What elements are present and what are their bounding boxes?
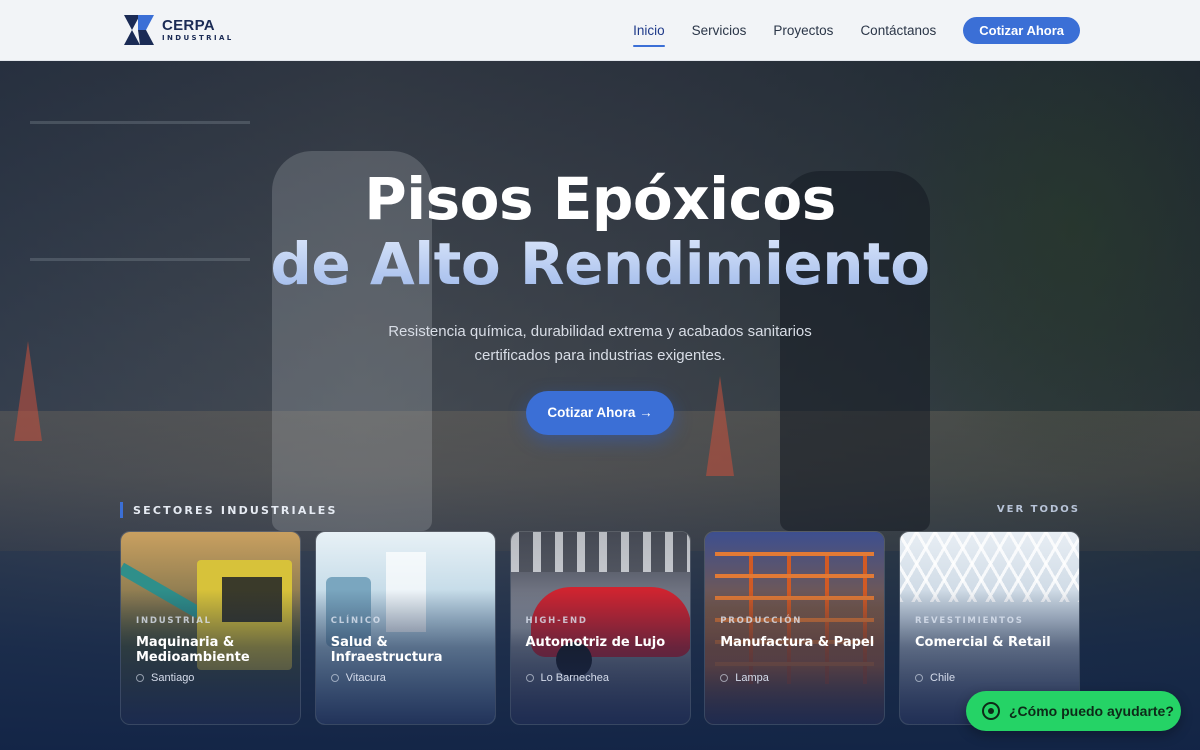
logo-name: CERPA	[162, 17, 215, 34]
traffic-cone	[706, 376, 734, 476]
sector-tag: INDUSTRIAL	[136, 616, 212, 626]
logo-subtitle: INDUSTRIAL	[162, 34, 234, 42]
nav-link-contactanos[interactable]: Contáctanos	[860, 23, 936, 38]
sector-tag: PRODUCCIÓN	[720, 616, 803, 626]
sector-tag: REVESTIMIENTOS	[915, 616, 1024, 626]
nav-quote-button[interactable]: Cotizar Ahora	[963, 17, 1080, 44]
sector-card-automotriz[interactable]: HIGH-END Automotriz de Lujo Lo Barnechea	[509, 531, 691, 725]
sector-location: Lo Barnechea	[525, 672, 609, 684]
hero-title: Pisos Epóxicos de Alto Rendimiento	[0, 167, 1200, 297]
top-navbar: CERPA INDUSTRIAL Inicio Servicios Proyec…	[0, 0, 1200, 61]
sector-location: Santiago	[136, 672, 194, 684]
logo[interactable]: CERPA INDUSTRIAL	[120, 10, 270, 50]
sector-title: Comercial & Retail	[915, 635, 1051, 650]
sector-title: Maquinaria & Medioambiente	[136, 635, 250, 665]
sector-tag: HIGH-END	[525, 616, 588, 626]
hero-section: Pisos Epóxicos de Alto Rendimiento Resis…	[0, 61, 1200, 750]
location-pin-icon	[525, 674, 534, 682]
whatsapp-icon	[982, 702, 1000, 720]
sectors-header: SECTORES INDUSTRIALES	[120, 502, 338, 518]
location-pin-icon	[915, 674, 923, 682]
cerpa-logo-icon	[124, 15, 154, 45]
sector-card-maquinaria[interactable]: INDUSTRIAL Maquinaria & Medioambiente Sa…	[120, 531, 301, 725]
sector-card-salud[interactable]: CLÍNICO Salud & Infraestructura Vitacura	[314, 531, 496, 725]
sector-title: Automotriz de Lujo	[525, 635, 666, 650]
sector-cards: INDUSTRIAL Maquinaria & Medioambiente Sa…	[120, 531, 1080, 725]
hero-title-line-2: de Alto Rendimiento	[0, 231, 1200, 297]
sector-card-manufactura[interactable]: PRODUCCIÓN Manufactura & Papel Lampa	[704, 531, 886, 725]
sectors-title: SECTORES INDUSTRIALES	[133, 503, 338, 517]
hero-quote-button[interactable]: Cotizar Ahora →	[526, 391, 674, 435]
sector-title: Manufactura & Papel	[720, 635, 875, 650]
hero-title-line-1: Pisos Epóxicos	[364, 165, 836, 233]
hero-subtitle: Resistencia química, durabilidad extrema…	[388, 323, 812, 364]
traffic-cone	[14, 341, 42, 441]
location-pin-icon	[720, 674, 729, 682]
sector-location: Chile	[915, 672, 955, 684]
whatsapp-label: ¿Cómo puedo ayudarte?	[1009, 703, 1174, 719]
whatsapp-chat-button[interactable]: ¿Cómo puedo ayudarte?	[966, 691, 1181, 731]
sector-location: Lampa	[720, 672, 769, 684]
nav-link-inicio[interactable]: Inicio	[633, 23, 665, 47]
see-all-link[interactable]: VER TODOS	[997, 504, 1080, 515]
sectors-accent-bar	[120, 502, 123, 518]
nav-link-proyectos[interactable]: Proyectos	[773, 23, 833, 38]
sector-tag: CLÍNICO	[330, 616, 382, 626]
sector-title: Salud & Infraestructura	[330, 635, 443, 665]
nav-link-servicios[interactable]: Servicios	[692, 23, 747, 38]
nav-links: Inicio Servicios Proyectos Contáctanos C…	[633, 0, 1080, 61]
sector-location: Vitacura	[330, 672, 386, 684]
location-pin-icon	[136, 674, 144, 682]
location-pin-icon	[330, 674, 339, 682]
